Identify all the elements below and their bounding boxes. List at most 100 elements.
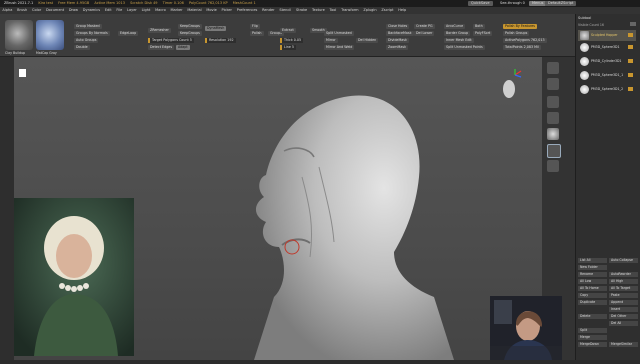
subtool-append-button[interactable]: Append — [609, 300, 638, 305]
subtool-del-other-button[interactable]: Del Other — [609, 314, 638, 319]
subtool-new-folder-button[interactable]: New Folder — [578, 265, 607, 270]
menu-item-stroke[interactable]: Stroke — [296, 8, 307, 12]
visibility-eye-icon[interactable] — [628, 59, 633, 63]
shelf-dividemask[interactable]: DivideMask — [386, 38, 409, 43]
menu-item-help[interactable]: Help — [398, 8, 406, 12]
menu-item-render[interactable]: Render — [262, 8, 274, 12]
subtool-item[interactable]: PM3D_Sphere3D1_2 — [578, 84, 636, 95]
bpr-icon[interactable] — [547, 62, 559, 74]
shelf-del-lower[interactable]: Del Lower — [414, 31, 435, 36]
shelf-activepolygons-762-013[interactable]: ActivePolygons 762,013 — [503, 38, 547, 43]
menu-item-zplugin[interactable]: Zplugin — [363, 8, 376, 12]
subtool-mergedown-button[interactable]: MergeDown — [578, 342, 607, 347]
visibility-eye-icon[interactable] — [628, 73, 633, 77]
actual-icon[interactable] — [547, 112, 559, 124]
shelf-adapt[interactable]: Adapt — [176, 45, 190, 50]
shelf-edgeloop[interactable]: EdgeLoop — [118, 31, 139, 36]
menu-item-edit[interactable]: Edit — [105, 8, 112, 12]
subtool-del-all-button[interactable]: Del All — [609, 321, 638, 326]
shelf-mirror-and-weld[interactable]: Mirror And Weld — [324, 45, 355, 50]
subtool-list-all-button[interactable]: List All — [578, 258, 607, 263]
subtool-all-low-button[interactable]: All Low — [578, 279, 607, 284]
menu-item-transform[interactable]: Transform — [341, 8, 358, 12]
subtool-all-to-target-button[interactable]: All To Target — [609, 286, 638, 291]
shelf-polish[interactable]: Polish — [250, 31, 264, 36]
visibility-eye-icon[interactable] — [628, 45, 633, 49]
subtool-item[interactable]: PM3D_Sphere3D1 — [578, 42, 636, 53]
menu-item-brush[interactable]: Brush — [17, 8, 27, 12]
subtool-auto-collapse-button[interactable]: Auto Collapse — [609, 258, 638, 263]
shelf-zremesher[interactable]: ZRemesher — [148, 28, 171, 33]
subtool-rename-button[interactable]: Rename — [578, 272, 607, 277]
shelf-auto-groups[interactable]: Auto Groups — [74, 38, 99, 43]
subtool-merge-button[interactable]: Merge — [578, 335, 607, 340]
menus-button[interactable]: Menus — [529, 1, 547, 6]
menu-item-color[interactable]: Color — [32, 8, 41, 12]
floor-icon[interactable] — [547, 144, 561, 158]
shelf-line-5[interactable]: Line 5 — [280, 45, 297, 50]
shelf-dynamesh[interactable]: DynaMesh — [205, 26, 227, 31]
shelf-totalpoints-2-083-mil[interactable]: TotalPoints 2,083 Mil — [503, 45, 541, 50]
menu-item-dynamics[interactable]: Dynamics — [83, 8, 100, 12]
shelf-split-unmasked[interactable]: Split Unmasked — [324, 31, 354, 36]
brush-thumbnail[interactable] — [5, 20, 33, 50]
subtool-mergesimilar-button[interactable]: MergeSimilar — [609, 342, 638, 347]
persp-icon[interactable] — [547, 128, 559, 140]
shelf-zoommask[interactable]: ZoomMask — [386, 45, 408, 50]
shelf-polish-by-features[interactable]: Polish By Features — [503, 24, 538, 29]
menu-item-light[interactable]: Light — [142, 8, 151, 12]
shelf-create-pg[interactable]: Create PG — [414, 24, 435, 29]
shelf-border-group[interactable]: Border Group — [444, 31, 471, 36]
subtool-insert-button[interactable]: Insert — [609, 307, 638, 312]
subtool-all-high-button[interactable]: All High — [609, 279, 638, 284]
menu-item-movie[interactable]: Movie — [206, 8, 216, 12]
shelf-polish-groups[interactable]: Polish Groups — [503, 31, 530, 36]
menu-item-document[interactable]: Document — [46, 8, 64, 12]
menu-item-zscript[interactable]: Zscript — [381, 8, 393, 12]
zoom-icon[interactable] — [547, 96, 559, 108]
shelf-close-holes[interactable]: Close Holes — [386, 24, 410, 29]
subtool-delete-button[interactable]: Delete — [578, 314, 607, 319]
subtool-item[interactable]: PM3D_Cylinder3D1 — [578, 56, 636, 67]
scroll-icon[interactable] — [547, 78, 559, 90]
menu-item-file[interactable]: File — [116, 8, 122, 12]
shelf-keepgroups[interactable]: KeepGroups — [178, 24, 202, 29]
menu-item-macro[interactable]: Macro — [155, 8, 166, 12]
shelf-extract[interactable]: Extract — [280, 28, 296, 33]
shelf-inner-mesh-edit[interactable]: Inner Mesh Edit — [444, 38, 474, 43]
scroll-up-icon[interactable] — [630, 22, 636, 26]
head-navigation-icon[interactable] — [497, 69, 523, 109]
quicksave-button[interactable]: QuickSave — [468, 1, 493, 6]
shelf-backfacemask[interactable]: BackfaceMask — [386, 31, 414, 36]
shelf-resolution-192[interactable]: Resolution 192 — [205, 38, 236, 43]
menu-item-marker[interactable]: Marker — [171, 8, 183, 12]
menu-item-material[interactable]: Material — [187, 8, 201, 12]
shelf-keepgroups[interactable]: KeepGroups — [178, 31, 202, 36]
shelf-mirror[interactable]: Mirror — [324, 38, 338, 43]
menu-item-texture[interactable]: Texture — [312, 8, 325, 12]
default-zscript-button[interactable]: DefaultZScript — [545, 1, 577, 6]
menu-item-alpha[interactable]: Alpha — [2, 8, 12, 12]
visible-count-label[interactable]: Visible Count 16 — [578, 23, 604, 27]
subtool-copy-button[interactable]: Copy — [578, 293, 607, 298]
see-through-slider[interactable]: See-through 0 — [497, 1, 528, 6]
shelf-thick-0-05[interactable]: Thick 0.05 — [280, 38, 304, 43]
subtool-item[interactable]: Sculpted Hopper — [578, 30, 636, 41]
menu-item-draw[interactable]: Draw — [69, 8, 78, 12]
menu-item-picker[interactable]: Picker — [222, 8, 232, 12]
subtool-all-to-home-button[interactable]: All To Home — [578, 286, 607, 291]
shelf-both[interactable]: Both — [473, 24, 485, 29]
visibility-eye-icon[interactable] — [628, 33, 633, 37]
shelf-group-masked[interactable]: Group Masked — [74, 24, 102, 29]
shelf-double[interactable]: Double — [74, 45, 90, 50]
subtool-item[interactable]: PM3D_Sphere3D1_1 — [578, 70, 636, 81]
menu-item-stencil[interactable]: Stencil — [279, 8, 291, 12]
document-icon[interactable] — [19, 69, 26, 77]
subtool-split-button[interactable]: Split — [578, 328, 607, 333]
subtool-duplicate-button[interactable]: Duplicate — [578, 300, 607, 305]
shelf-polyfsort[interactable]: PolyFSort — [473, 31, 493, 36]
shelf-flip[interactable]: Flip — [250, 24, 260, 29]
shelf-target-polygons-count-5[interactable]: Target Polygons Count 5 — [148, 38, 194, 43]
subtool-paste-button[interactable]: Paste — [609, 293, 638, 298]
subtool-autoreorder-button[interactable]: AutoReorder — [609, 272, 638, 277]
